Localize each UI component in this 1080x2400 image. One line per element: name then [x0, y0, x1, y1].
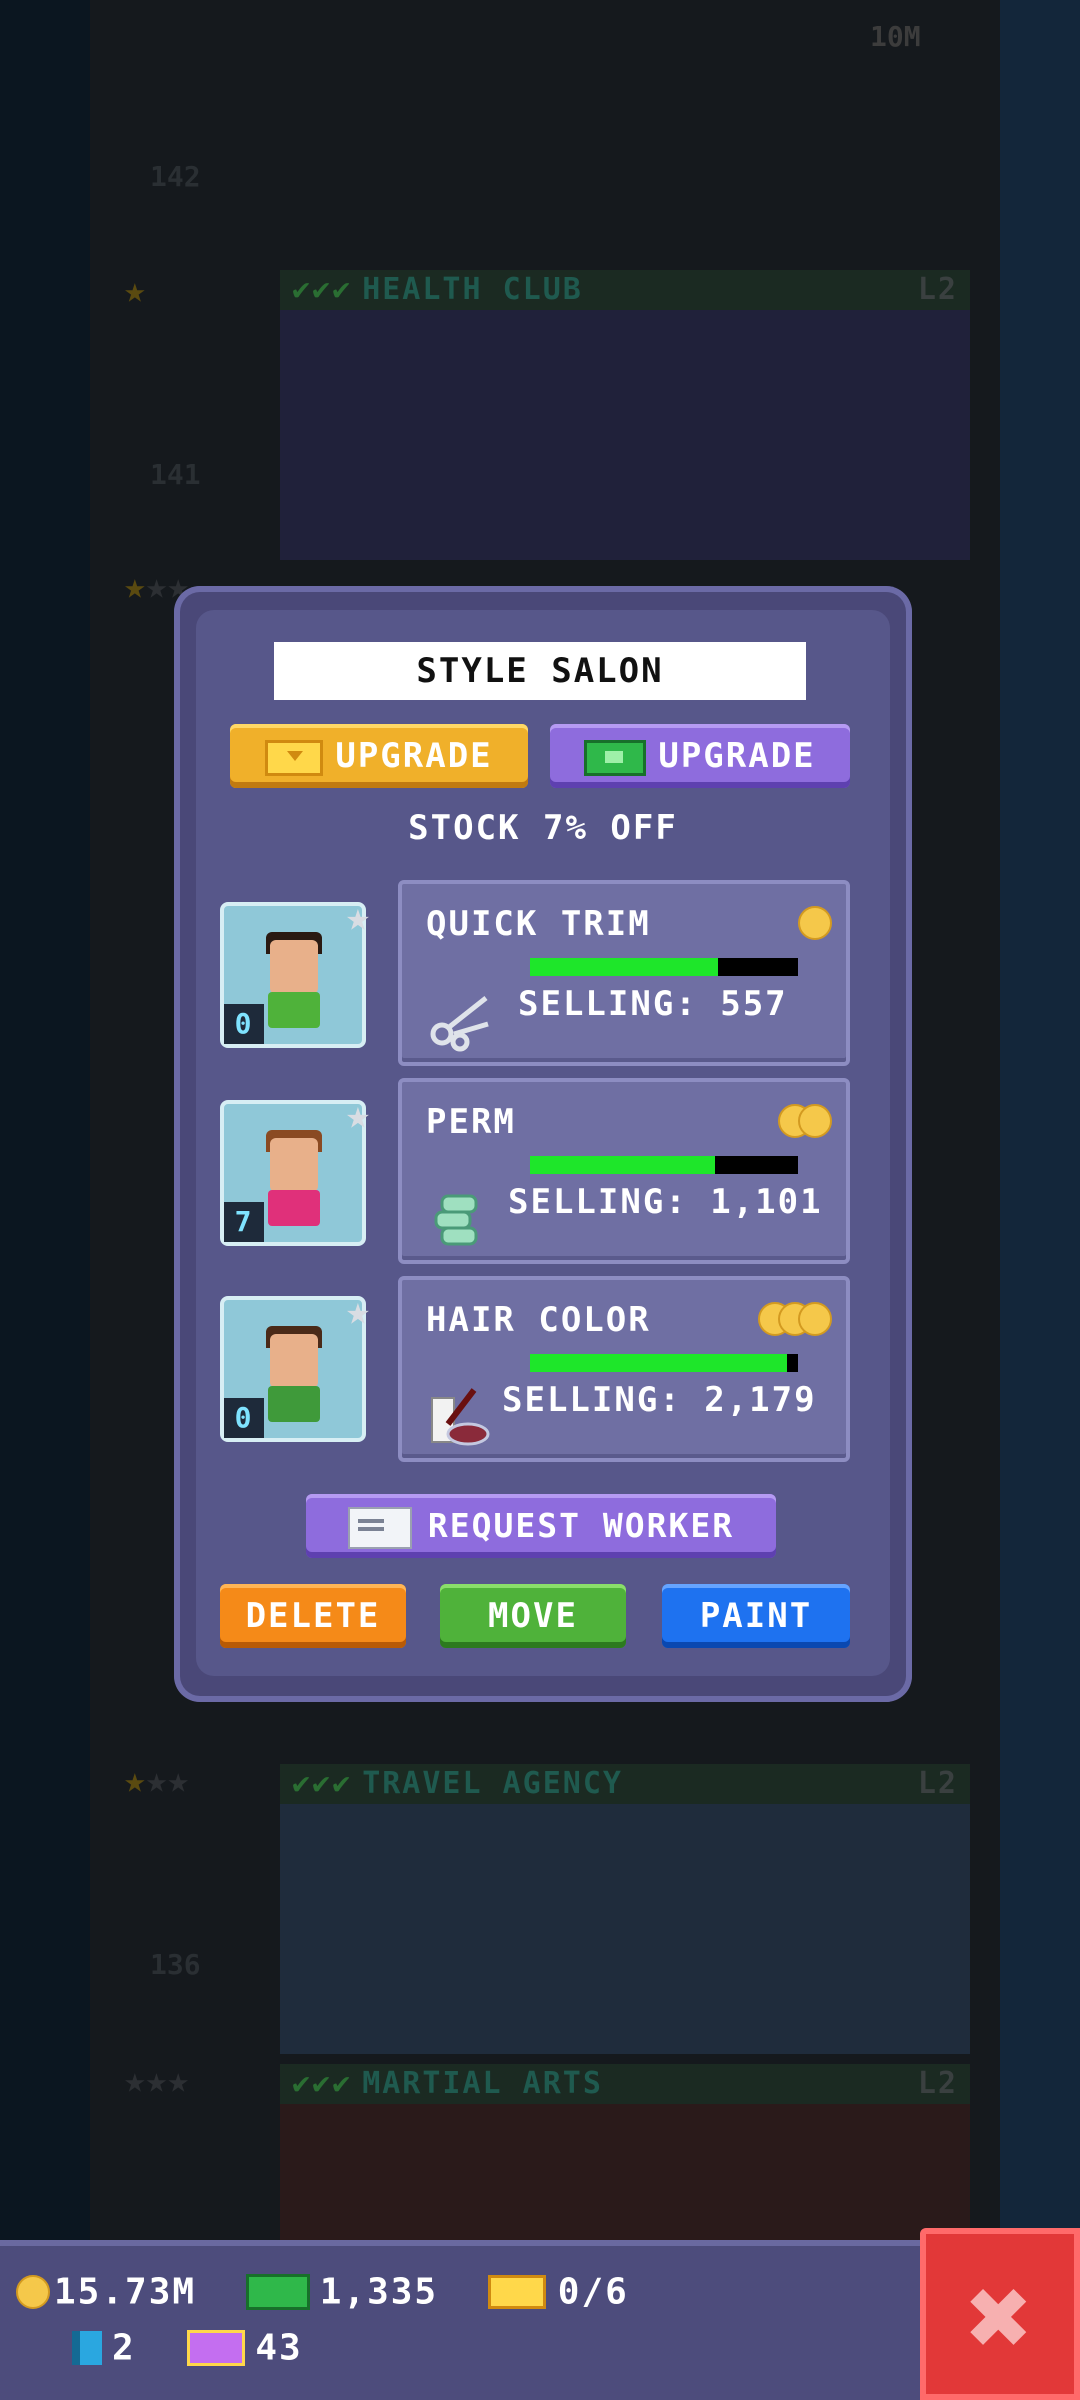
product-coins [778, 1104, 832, 1142]
cash-icon [584, 739, 647, 776]
gem-icon [72, 2331, 102, 2365]
floor-level: L2 [917, 272, 958, 307]
product-slot-quick-trim[interactable]: QUICK TRIM SELLING: 557 [398, 880, 850, 1066]
upgrade-cash-button[interactable]: UPGRADE [550, 724, 850, 788]
product-selling: SELLING: 557 [518, 984, 788, 1024]
stock-bar-fill [530, 1354, 788, 1372]
floor-name: MARTIAL ARTS [362, 2066, 603, 2101]
product-slot-hair-color[interactable]: HAIR COLOR SELLING: 2,179 [398, 1276, 850, 1462]
coin-icon [16, 2275, 50, 2309]
worker-dream-level: 0 [224, 1398, 264, 1438]
star-icon: ★ [345, 894, 370, 940]
request-worker-label: REQUEST WORKER [427, 1506, 735, 1545]
ticket-icon [187, 2330, 246, 2366]
product-coins [758, 1302, 832, 1340]
top-floor-price: 10M [870, 20, 921, 53]
product-selling: SELLING: 2,179 [502, 1380, 817, 1420]
worker-slot[interactable]: ★ 0 [220, 1288, 370, 1442]
cash-value: 1,335 [319, 2271, 439, 2313]
scissors-icon [430, 996, 489, 1052]
mail-icon [347, 1506, 412, 1549]
stock-bar-fill [530, 1156, 715, 1174]
product-name: HAIR COLOR [426, 1300, 651, 1340]
upgrade-bux-button[interactable]: UPGRADE [230, 724, 528, 788]
product-name: QUICK TRIM [426, 904, 651, 944]
floor-header: ✔✔✔ HEALTH CLUB L2 [280, 270, 970, 310]
close-button[interactable]: ✖ [920, 2228, 1080, 2400]
floor-stars: ★★★ [124, 2060, 190, 2101]
request-worker-button[interactable]: REQUEST WORKER [306, 1494, 776, 1558]
tower-bux-icon [265, 739, 324, 776]
stock-bar [530, 958, 798, 976]
worker-slot[interactable]: ★ 7 [220, 1092, 370, 1246]
tickets-value: 43 [255, 2327, 303, 2369]
hair-dye-icon [431, 1388, 490, 1446]
product-slot-perm[interactable]: PERM SELLING: 1,101 [398, 1078, 850, 1264]
floor-checks: ✔✔✔ [292, 2066, 353, 2101]
worker-shirt [268, 992, 320, 1028]
floor-level: L2 [917, 1766, 958, 1801]
stock-discount-text: STOCK 7% OFF [408, 808, 678, 848]
floor-checks: ✔✔✔ [292, 272, 353, 307]
floor-number: 136 [150, 1948, 201, 1981]
dialog-title: STYLE SALON [274, 642, 806, 700]
stock-bar [530, 1354, 798, 1372]
gems-value: 2 [112, 2327, 136, 2369]
floor-level: L2 [917, 2066, 958, 2101]
floor-number: 142 [150, 160, 201, 193]
curlers-icon [434, 1194, 478, 1246]
star-icon: ★ [345, 1288, 370, 1334]
worker-slot[interactable]: ★ 0 [220, 894, 370, 1048]
move-button[interactable]: MOVE [440, 1584, 626, 1648]
floor-name: TRAVEL AGENCY [362, 1766, 623, 1801]
close-icon: ✖ [966, 2253, 1034, 2381]
upgrade-bux-label: UPGRADE [335, 736, 493, 776]
tower-bux-icon [487, 2275, 546, 2309]
coin-icon [798, 1302, 832, 1336]
worker-avatar [270, 1138, 318, 1192]
coin-icon [798, 1104, 832, 1138]
paint-button[interactable]: PAINT [662, 1584, 850, 1648]
coins-value: 15.73M [54, 2271, 197, 2313]
stock-bar-fill [530, 958, 718, 976]
hud-currency-row: 15.73M 1,335 0/6 [16, 2270, 629, 2313]
worker-dream-level: 0 [224, 1004, 264, 1044]
sky-background-right [1000, 0, 1080, 2240]
floor-room [280, 310, 970, 560]
delete-button[interactable]: DELETE [220, 1584, 406, 1648]
bux-value: 0/6 [557, 2271, 629, 2313]
floor-stars: ★★★ [124, 1760, 190, 1801]
floor-room [280, 1804, 970, 2054]
worker-dream-level: 7 [224, 1202, 264, 1242]
product-selling: SELLING: 1,101 [508, 1182, 823, 1222]
worker-shirt [268, 1386, 320, 1422]
star-icon: ★ [345, 1092, 370, 1138]
worker-avatar [270, 940, 318, 994]
worker-avatar [270, 1334, 318, 1388]
product-name: PERM [426, 1102, 516, 1142]
stock-bar [530, 1156, 798, 1174]
hud-secondary-row: 2 43 [16, 2326, 303, 2369]
floor-name: HEALTH CLUB [362, 272, 583, 307]
worker-shirt [268, 1190, 320, 1226]
cash-icon [245, 2274, 310, 2310]
floor-checks: ✔✔✔ [292, 1766, 353, 1801]
floor-room [280, 2104, 970, 2240]
upgrade-cash-label: UPGRADE [658, 736, 816, 776]
floor-stars: ★ [124, 270, 146, 311]
product-coins [798, 906, 832, 944]
floor-header: ✔✔✔ TRAVEL AGENCY L2 [280, 1764, 970, 1804]
floor-number: 141 [150, 458, 201, 491]
floor-header: ✔✔✔ MARTIAL ARTS L2 [280, 2064, 970, 2104]
bottom-hud: 15.73M 1,335 0/6 2 43 [0, 2240, 1080, 2400]
coin-icon [798, 906, 832, 940]
sky-background-left [0, 0, 90, 2240]
